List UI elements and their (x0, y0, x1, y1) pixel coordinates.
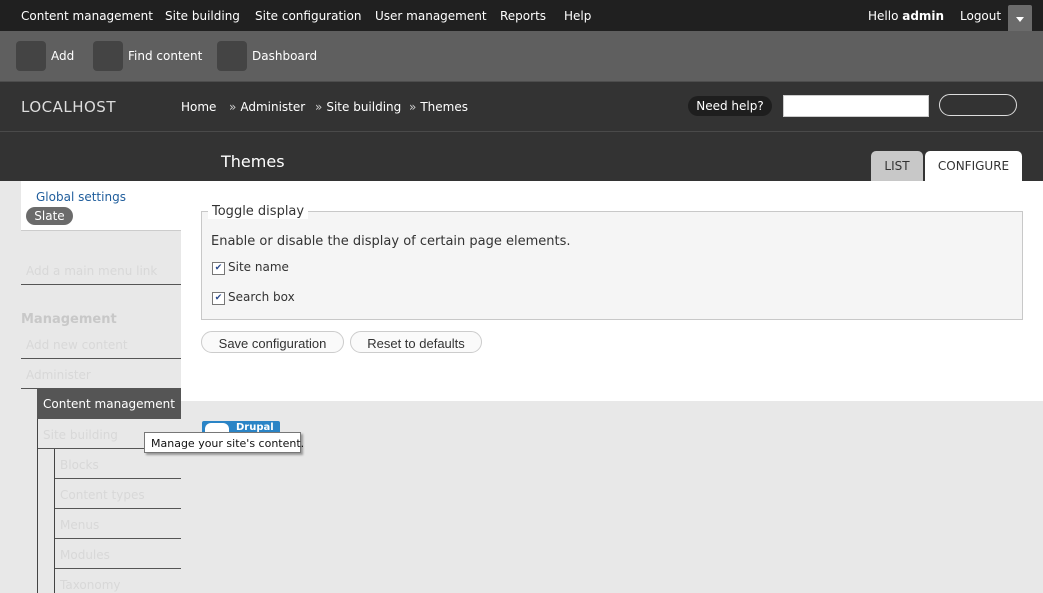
sidebar-item-content-types[interactable]: Content types (60, 488, 145, 502)
toggle-display-fieldset: Toggle display Enable or disable the dis… (201, 204, 1023, 320)
breadcrumb-separator: » (229, 100, 237, 114)
breadcrumb-label: Home (181, 100, 217, 114)
find-content-icon (93, 41, 123, 71)
sidebar-item-taxonomy[interactable]: Taxonomy (60, 578, 121, 592)
toolbar-item-reports[interactable]: Reports (500, 9, 546, 23)
breadcrumb-home[interactable]: Home (181, 100, 216, 114)
nesting-line (37, 419, 38, 593)
search-button[interactable] (939, 94, 1017, 116)
divider (55, 538, 181, 539)
breadcrumb-separator: » (315, 100, 323, 114)
admin-toolbar: Content management Site building Site co… (0, 0, 1043, 31)
user-greeting: Hello admin (868, 9, 944, 23)
site-header: LOCALHOST Home » Administer » Site buildin… (0, 82, 1043, 132)
tab-list[interactable]: LIST (871, 151, 923, 181)
divider (21, 358, 181, 359)
need-help-button[interactable]: Need help? (688, 96, 772, 116)
tooltip: Manage your site's content. (144, 432, 304, 453)
username[interactable]: admin (902, 9, 944, 23)
nesting-line (54, 449, 55, 593)
divider (21, 284, 181, 285)
shortcut-label: Add (51, 49, 75, 63)
sidebar-item-administer[interactable]: Administer (26, 368, 91, 382)
fieldset-legend: Toggle display (208, 204, 309, 219)
checkbox-label[interactable]: Search box (228, 290, 295, 304)
divider (55, 478, 181, 479)
sidebar-item-add-new-content[interactable]: Add new content (26, 338, 128, 352)
add-icon (16, 41, 46, 71)
shortcut-toggle-button[interactable] (1008, 5, 1032, 31)
sidebar-item-label: Content management (43, 397, 175, 411)
global-settings-link[interactable]: Global settings (36, 190, 126, 204)
management-heading: Management (21, 312, 117, 327)
fieldset-description: Enable or disable the display of certain… (211, 234, 571, 249)
toolbar-item-content-management[interactable]: Content management (21, 9, 153, 23)
sidebar-item-content-management[interactable]: Content management (37, 389, 181, 419)
dashboard-icon (217, 41, 247, 71)
divider (55, 568, 181, 569)
sidebar-item-menus[interactable]: Menus (60, 518, 99, 532)
theme-settings-subnav: Global settings Slate (21, 181, 181, 231)
toolbar-item-site-building[interactable]: Site building (165, 9, 240, 23)
divider (55, 508, 181, 509)
sidebar-item-site-building[interactable]: Site building (43, 428, 118, 442)
sidebar-item-blocks[interactable]: Blocks (60, 458, 99, 472)
reset-to-defaults-button[interactable]: Reset to defaults (350, 331, 482, 353)
breadcrumb-themes: » Themes (409, 100, 468, 114)
breadcrumb-separator: » (409, 100, 417, 114)
chevron-down-icon (1016, 17, 1024, 22)
checkbox-label[interactable]: Site name (228, 260, 289, 274)
site-name-checkbox[interactable]: ✔ (212, 262, 225, 275)
toolbar-item-help[interactable]: Help (564, 9, 591, 23)
search-box-checkbox[interactable]: ✔ (212, 292, 225, 305)
site-name[interactable]: LOCALHOST (21, 98, 116, 116)
breadcrumb-label: Site building (326, 100, 402, 114)
breadcrumb-administer[interactable]: » Administer (229, 100, 305, 114)
search-input[interactable] (783, 95, 929, 117)
breadcrumb-site-building[interactable]: » Site building (315, 100, 401, 114)
toolbar-item-site-configuration[interactable]: Site configuration (255, 9, 361, 23)
main-content: Toggle display Enable or disable the dis… (181, 181, 1043, 401)
shortcut-label: Find content (128, 49, 203, 63)
breadcrumb-label: Administer (240, 100, 306, 114)
theme-slate-tab[interactable]: Slate (26, 207, 73, 225)
breadcrumb-label: Themes (420, 100, 468, 114)
sidebar-item-modules[interactable]: Modules (60, 548, 110, 562)
shortcut-bar: Add Find content Dashboard (0, 31, 1043, 82)
tab-configure[interactable]: CONFIGURE (925, 151, 1022, 181)
add-main-menu-link[interactable]: Add a main menu link (26, 264, 157, 278)
page-title: Themes (221, 152, 285, 171)
logout-link[interactable]: Logout (960, 9, 1001, 23)
toolbar-item-user-management[interactable]: User management (375, 9, 487, 23)
greeting-prefix: Hello (868, 9, 903, 23)
page-title-bar: Themes LIST CONFIGURE (0, 132, 1043, 181)
save-configuration-button[interactable]: Save configuration (201, 331, 344, 353)
shortcut-label: Dashboard (252, 49, 318, 63)
